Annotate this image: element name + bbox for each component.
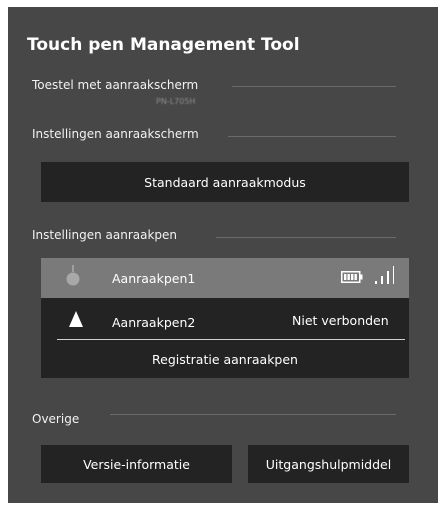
section-divider xyxy=(216,237,396,238)
section-screen-settings-label: Instellingen aanraakscherm xyxy=(32,127,199,141)
pen-side-view-icon xyxy=(69,311,83,327)
app-title: Touch pen Management Tool xyxy=(27,35,300,55)
pen-row-2[interactable]: Aanraakpen2 Niet verbonden xyxy=(41,300,409,338)
pen-name: Aanraakpen1 xyxy=(112,271,196,286)
device-model: PN-L705H xyxy=(156,97,196,106)
section-other-label: Overige xyxy=(32,412,80,426)
pen-row-1[interactable]: Aanraakpen1 xyxy=(41,258,409,298)
section-pen-settings-label: Instellingen aanraakpen xyxy=(32,228,178,242)
pen-name: Aanraakpen2 xyxy=(112,315,196,330)
battery-icon xyxy=(341,271,363,283)
section-divider xyxy=(228,136,396,137)
utility-button[interactable]: Uitgangshulpmiddel xyxy=(248,445,409,483)
pen-top-view-icon xyxy=(66,265,80,286)
section-device-label: Toestel met aanraakscherm xyxy=(32,78,199,92)
section-divider xyxy=(232,86,396,87)
version-info-button[interactable]: Versie-informatie xyxy=(41,445,232,483)
section-divider xyxy=(110,414,396,415)
register-pen-button[interactable]: Registratie aanraakpen xyxy=(41,340,409,378)
signal-strength-icon xyxy=(375,266,394,284)
pen-connection-status: Niet verbonden xyxy=(292,313,389,328)
standard-touch-mode-button[interactable]: Standaard aanraakmodus xyxy=(41,162,409,202)
